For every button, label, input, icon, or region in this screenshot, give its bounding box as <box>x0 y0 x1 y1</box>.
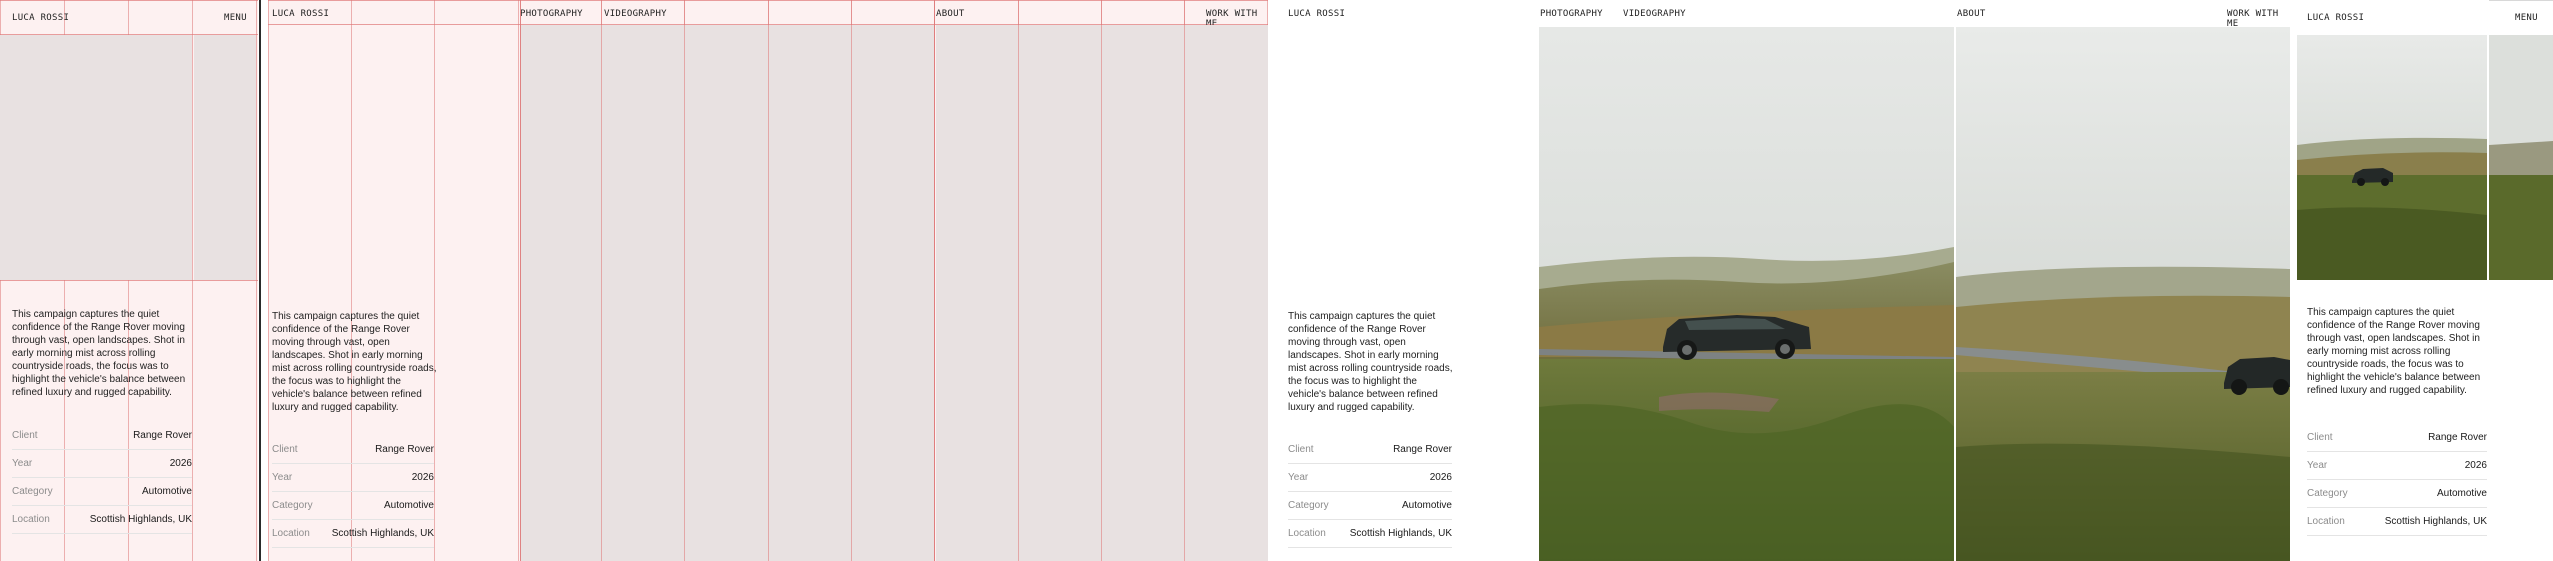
mobile-final-frame: LUCA ROSSI MENU This campaign captures t… <box>2295 0 2553 561</box>
nav-photography[interactable]: PHOTOGRAPHY <box>520 9 583 19</box>
meta-row-category: Category Automotive <box>1288 492 1452 520</box>
nav-videography[interactable]: VIDEOGRAPHY <box>1623 9 1686 19</box>
project-description: This campaign captures the quiet confide… <box>272 311 437 413</box>
secondary-image-placeholder <box>194 35 256 280</box>
nav-work-with-me[interactable]: WORK WITH ME <box>2227 9 2290 29</box>
hero-photo-range-rover[interactable] <box>1539 27 1954 561</box>
menu-button[interactable]: MENU <box>224 13 247 23</box>
nav-about[interactable]: ABOUT <box>1957 9 1986 19</box>
nav-about[interactable]: ABOUT <box>936 9 965 19</box>
meta-row-location: Location Scottish Highlands, UK <box>12 506 192 534</box>
meta-row-client: Client Range Rover <box>2307 424 2487 452</box>
menu-button[interactable]: MENU <box>2515 13 2538 23</box>
project-description: This campaign captures the quiet confide… <box>1288 311 1453 413</box>
project-description: This campaign captures the quiet confide… <box>2307 307 2481 396</box>
brand-logo[interactable]: LUCA ROSSI <box>2307 13 2364 23</box>
hero-image-placeholder <box>520 25 934 561</box>
meta-row-category: Category Automotive <box>2307 480 2487 508</box>
meta-row-location: Location Scottish Highlands, UK <box>2307 508 2487 536</box>
mobile-grid-frame: LUCA ROSSI MENU This campaign captures t… <box>0 0 258 561</box>
meta-row-category: Category Automotive <box>12 478 192 506</box>
brand-logo[interactable]: LUCA ROSSI <box>12 13 69 23</box>
meta-row-client: Client Range Rover <box>12 422 192 450</box>
project-description: This campaign captures the quiet confide… <box>12 309 186 398</box>
nav-photography[interactable]: PHOTOGRAPHY <box>1540 9 1603 19</box>
meta-row-year: Year 2026 <box>272 464 434 492</box>
meta-row-year: Year 2026 <box>2307 452 2487 480</box>
hero-image-placeholder <box>0 35 192 280</box>
meta-row-year: Year 2026 <box>1288 464 1452 492</box>
meta-row-category: Category Automotive <box>272 492 434 520</box>
secondary-image-placeholder <box>936 25 1268 561</box>
desktop-final-frame: LUCA ROSSI PHOTOGRAPHY VIDEOGRAPHY ABOUT… <box>1276 0 2290 561</box>
meta-row-client: Client Range Rover <box>1288 436 1452 464</box>
brand-logo[interactable]: LUCA ROSSI <box>1288 9 1345 19</box>
frame-divider <box>259 0 261 561</box>
secondary-photo-range-rover[interactable] <box>2489 35 2553 280</box>
meta-row-location: Location Scottish Highlands, UK <box>1288 520 1452 548</box>
desktop-grid-frame: LUCA ROSSI PHOTOGRAPHY VIDEOGRAPHY ABOUT… <box>268 0 1268 561</box>
meta-row-year: Year 2026 <box>12 450 192 478</box>
hero-photo-range-rover[interactable] <box>2297 35 2487 280</box>
meta-row-location: Location Scottish Highlands, UK <box>272 520 434 548</box>
secondary-photo-range-rover[interactable] <box>1956 27 2290 561</box>
brand-logo[interactable]: LUCA ROSSI <box>272 9 329 19</box>
nav-videography[interactable]: VIDEOGRAPHY <box>604 9 667 19</box>
meta-row-client: Client Range Rover <box>272 436 434 464</box>
